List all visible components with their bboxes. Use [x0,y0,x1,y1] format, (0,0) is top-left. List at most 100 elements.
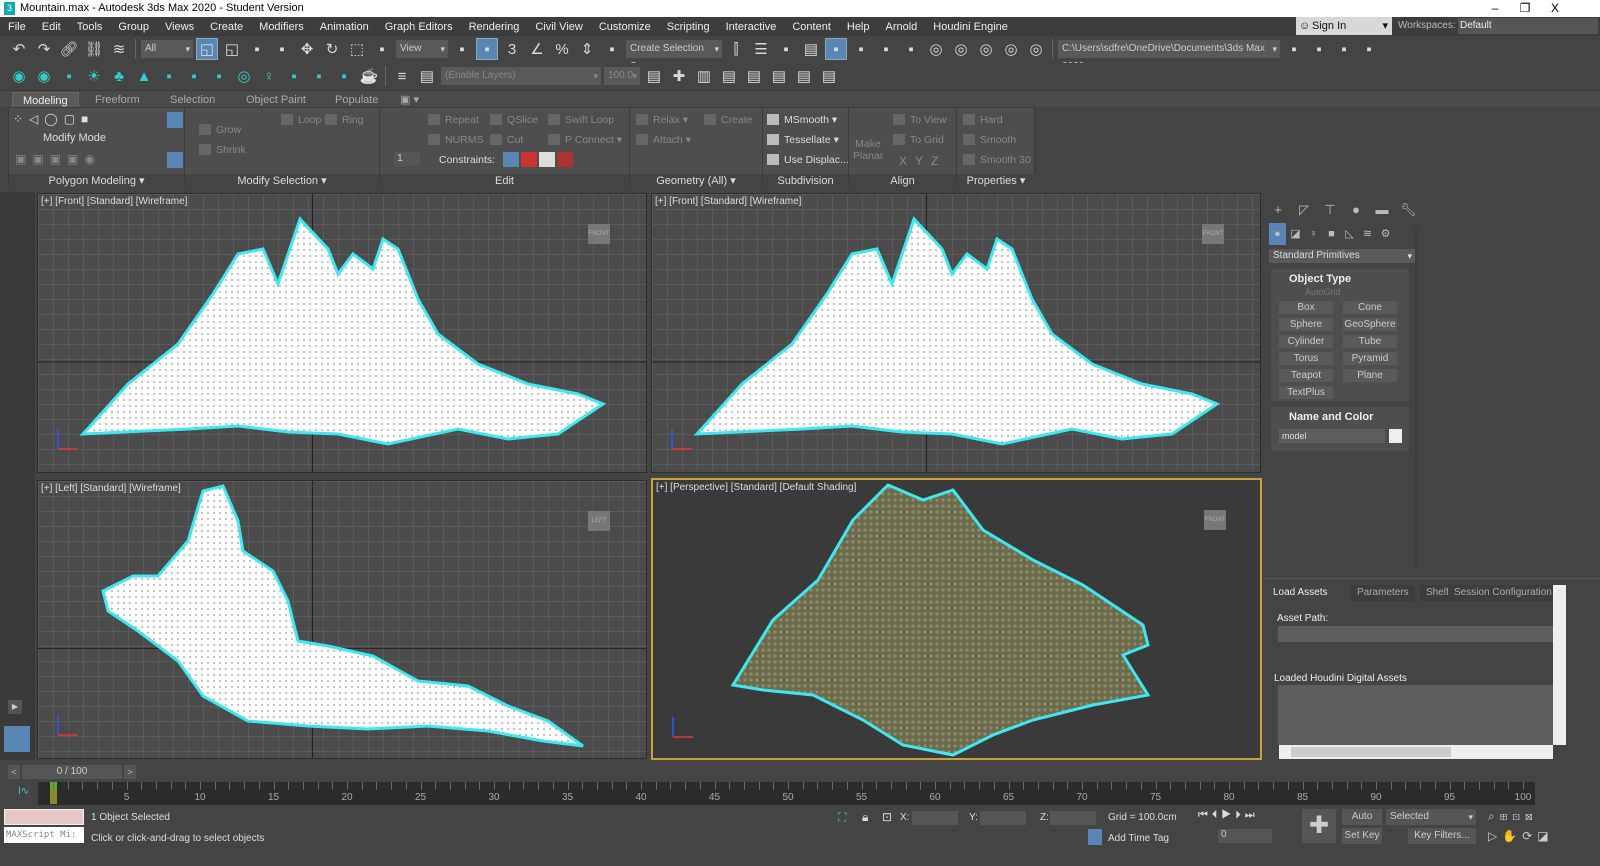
attach-button[interactable]: Attach ▾ [636,134,691,146]
tab-parameters[interactable]: Parameters [1351,585,1415,601]
previous-frame-icon[interactable]: ⏴ [1212,809,1222,821]
spinner-snap-icon[interactable]: ⇕ [576,38,598,60]
viewcube[interactable]: FRONT [1204,510,1226,530]
move-icon[interactable]: ✥ [296,38,318,60]
grid-view-icon[interactable]: ▪ [333,65,355,87]
menu-rendering[interactable]: Rendering [461,21,528,33]
motion-icon[interactable]: ● [1344,199,1368,221]
systems-icon[interactable]: ⚙ [1377,223,1394,245]
selection-filter-dropdown[interactable]: All [141,40,193,58]
play-icon[interactable]: ▶ [1221,809,1235,821]
tree-icon[interactable]: ♣ [108,65,130,87]
capsule-icon[interactable]: ▪ [183,65,205,87]
billboard-icon[interactable]: ▪ [158,65,180,87]
mountain-mesh[interactable] [101,484,584,748]
curve-editor-icon[interactable]: ▪ [850,38,872,60]
layer-isolate-icon[interactable]: ▤ [818,65,840,87]
project-folder-icon[interactable]: ▪ [1283,38,1305,60]
menu-create[interactable]: Create [202,21,251,33]
absolute-mode-icon[interactable]: ⊡ [882,810,892,824]
constraint-normal-icon[interactable] [557,152,573,167]
object-color-swatch[interactable] [1389,429,1402,443]
playback-controls[interactable]: ⏮⏴▶⏵⏭ [1198,809,1259,822]
window-crossing-icon[interactable]: ▪ [271,38,293,60]
viewcube[interactable]: LEFT [588,511,610,531]
layer-explorer-icon[interactable]: ▤ [800,38,822,60]
qslice-button[interactable]: QSlice [490,114,538,126]
use-displace-button[interactable]: Use Displac... [767,154,849,166]
minimize-button[interactable]: – [1480,0,1510,17]
constraint-face-icon[interactable] [539,152,555,167]
menu-views[interactable]: Views [157,21,202,33]
menu-scripting[interactable]: Scripting [659,21,718,33]
menu-animation[interactable]: Animation [312,21,377,33]
render-cloud-icon[interactable]: ◎ [1000,38,1022,60]
z-coordinate-input[interactable] [1050,811,1096,825]
tab-freeform[interactable]: Freeform [85,92,150,108]
layer-dropdown[interactable]: (Enable Layers) [441,67,601,85]
camera-icon[interactable]: ◉ [8,65,30,87]
link-icon[interactable]: 🔗︎ [58,38,80,60]
p-connect-button[interactable]: P Connect ▾ [548,134,622,146]
time-tag-icon[interactable] [1088,829,1102,845]
modify-selection-label[interactable]: Modify Selection ▾ [185,174,379,188]
primitive-plane-button[interactable]: Plane [1343,369,1397,382]
bind-spacewarp-icon[interactable]: ≋ [108,38,130,60]
select-by-name-icon[interactable]: ◱ [221,38,243,60]
ring-button[interactable]: Ring [325,114,364,126]
viewport-1[interactable]: [+] [Front] [Standard] [Wireframe] FRONT [37,193,647,473]
project-path-dropdown[interactable]: C:\Users\sdfre\OneDrive\Documents\3ds Ma… [1058,40,1280,72]
isolate-selection-icon[interactable]: ⛶ [838,810,846,825]
shrink-button[interactable]: Shrink [199,144,246,156]
auto-key-button[interactable]: Auto Key [1342,809,1382,838]
primitive-textplus-button[interactable]: TextPlus [1279,386,1333,399]
viewport-label[interactable]: [+] [Left] [Standard] [Wireframe] [41,483,181,494]
viewport-label[interactable]: [+] [Front] [Standard] [Wireframe] [655,196,801,207]
primitive-tube-button[interactable]: Tube [1343,335,1397,348]
go-to-start-icon[interactable]: ⏮ [1198,809,1212,821]
viewcube[interactable]: FRONT [1202,224,1224,244]
layer-freeze-icon[interactable]: ▤ [793,65,815,87]
menu-modifiers[interactable]: Modifiers [251,21,312,33]
close-button[interactable]: X [1540,0,1570,17]
menu-group[interactable]: Group [110,21,157,33]
viewport-label[interactable]: [+] [Front] [Standard] [Wireframe] [41,196,187,207]
primitive-torus-button[interactable]: Torus [1279,352,1333,365]
pine-icon[interactable]: ▲ [133,65,155,87]
render-setup-icon[interactable]: ◎ [925,38,947,60]
open-folder-icon[interactable]: ▪ [1308,38,1330,60]
layer-stack-icon[interactable]: ▤ [416,65,438,87]
render-production-icon[interactable]: ◎ [975,38,997,60]
material-editor-icon[interactable]: ▪ [900,38,922,60]
render-gallery-icon[interactable]: ◎ [1025,38,1047,60]
sign-in-button[interactable]: ☺ Sign In ▾ [1296,17,1392,35]
tab-load-assets[interactable]: Load Assets [1267,585,1334,601]
render-icon[interactable]: ◎ [233,65,255,87]
mountain-mesh[interactable] [730,483,1151,757]
edit-spinner[interactable]: 1 [394,152,420,166]
grow-button[interactable]: Grow [199,124,241,136]
relax-button[interactable]: Relax ▾ [636,114,688,126]
subobject-level-buttons[interactable]: ⁘◁◯▢■ [13,112,94,126]
rectangle-selection-icon[interactable]: ▪ [246,38,268,60]
menu-interactive[interactable]: Interactive [718,21,785,33]
placement-icon[interactable]: ▪ [371,38,393,60]
repeat-button[interactable]: Repeat [428,114,479,126]
percent-snap-icon[interactable]: % [551,38,573,60]
go-to-end-icon[interactable]: ⏭ [1245,809,1259,821]
time-slider[interactable]: < 0 / 100 > [8,765,1600,779]
viewcube[interactable]: FRONT [588,224,610,244]
preserve-uvs-icon[interactable] [167,152,183,168]
loop-button[interactable]: Loop ▾ [281,114,330,126]
named-selection-dropdown[interactable]: Create Selection Se [626,40,722,72]
next-frame-icon[interactable]: ⏵ [1235,809,1245,821]
set-project-icon[interactable]: ▪ [1333,38,1355,60]
polygon-tools-buttons[interactable]: ▣▣▣▣◉ [15,152,101,166]
primitive-cone-button[interactable]: Cone [1343,301,1397,314]
layer-properties-icon[interactable]: ▤ [718,65,740,87]
menu-edit[interactable]: Edit [34,21,69,33]
shapes-icon[interactable]: ◪ [1287,223,1304,245]
smooth-button[interactable]: Smooth [963,134,1016,146]
viewport-layout-icon[interactable] [4,726,30,752]
keyboard-shortcut-override-icon[interactable]: ▪ [476,38,498,60]
